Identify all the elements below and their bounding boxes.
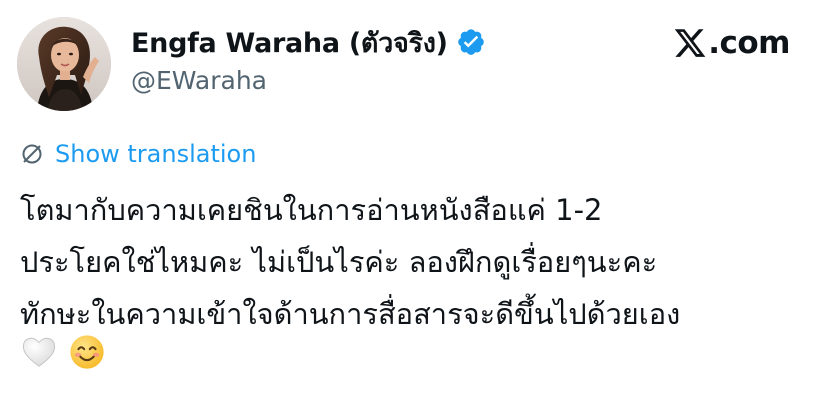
site-suffix: .com (708, 25, 790, 61)
tweet-line: ประโยคใช่ไหมคะ ไม่เป็นไรค่ะ ลองฝึกดูเรื่… (20, 245, 658, 279)
show-translation-label[interactable]: Show translation (55, 140, 256, 168)
x-com-logo[interactable]: .com (673, 24, 790, 62)
white-heart-icon (20, 333, 58, 371)
tweet-text: โตมากับความเคยชินในการอ่านหนังสือแค่ 1-2… (20, 184, 810, 340)
emoji-row (20, 331, 116, 373)
author-name[interactable]: Engfa Waraha (ตัวจริง) (131, 21, 448, 64)
avatar[interactable] (17, 17, 111, 111)
tweet-line: โตมากับความเคยชินในการอ่านหนังสือแค่ 1-2 (20, 193, 603, 227)
tweet-card: Engfa Waraha (ตัวจริง) @EWaraha .com Sho… (0, 0, 828, 402)
x-logo-icon (673, 26, 707, 60)
show-translation-link[interactable]: Show translation (20, 138, 256, 170)
profile-photo (17, 17, 111, 111)
tweet-line: ทักษะในความเข้าใจด้านการสื่อสารจะดีขึ้นไ… (20, 297, 681, 331)
globe-slash-icon (20, 142, 44, 166)
author-name-row[interactable]: Engfa Waraha (ตัวจริง) (131, 24, 486, 60)
verified-badge-icon (456, 27, 486, 57)
smiling-face-icon (68, 333, 106, 371)
author-handle[interactable]: @EWaraha (131, 66, 267, 95)
